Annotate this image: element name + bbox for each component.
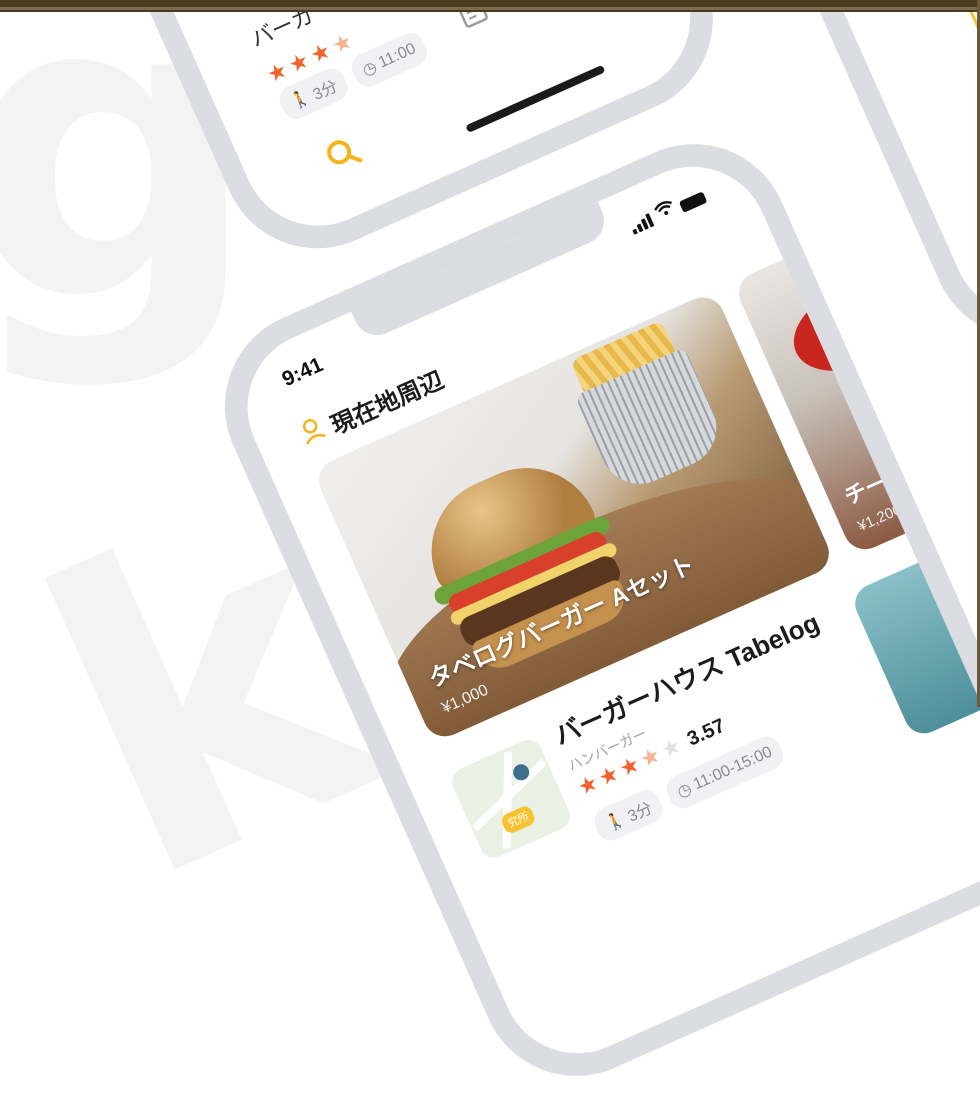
battery-icon — [678, 191, 708, 213]
hours-label: 11:00-15:00 — [690, 743, 775, 794]
walk-time-chip: 🚶 3分 — [590, 785, 667, 845]
status-icons — [627, 185, 708, 235]
home-indicator[interactable] — [465, 64, 606, 134]
phone-screen: 9:41 現在地周辺 タベログバーガー Aセット ¥1,000 チーズバ ¥1,… — [223, 142, 980, 1078]
hours-label: 11:00 — [375, 40, 419, 72]
app-showcase: バーガ ★ ★ ★ ★ 🚶 3分 ◷ 11:00 9:41 現在地周辺 タベログ… — [0, 0, 980, 1107]
sauce-image — [779, 262, 932, 389]
hours-chip: ◷ 11:00 — [347, 28, 432, 92]
phone-main: 9:41 現在地周辺 タベログバーガー Aセット ¥1,000 チーズバ ¥1,… — [194, 113, 980, 1107]
rating-score: 3.57 — [683, 714, 729, 751]
status-time: 9:41 — [278, 353, 327, 392]
location-pin-icon — [296, 413, 331, 453]
wifi-icon — [652, 198, 678, 223]
signal-icon — [629, 213, 655, 235]
walk-icon: 🚶 — [287, 88, 314, 112]
menu-title: チーズバ — [840, 451, 931, 510]
featured-menu-card[interactable]: タベログバーガー Aセット ¥1,000 — [311, 290, 836, 744]
walk-time-label: 3分 — [310, 78, 341, 104]
walk-time-label: 3分 — [625, 800, 656, 826]
shop-map-thumbnail[interactable]: 究所 — [447, 735, 575, 863]
walk-icon: 🚶 — [602, 809, 628, 834]
search-icon[interactable] — [321, 131, 368, 180]
frame-border — [0, 0, 980, 12]
